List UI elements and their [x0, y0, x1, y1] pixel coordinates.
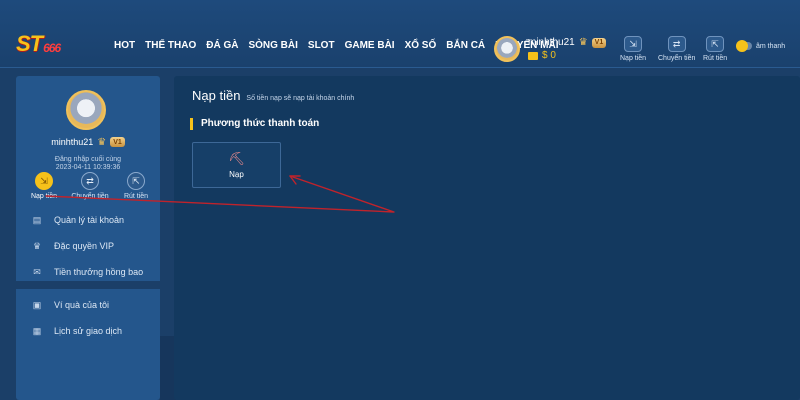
last-login-label: Đăng nhập cuối cùng: [54, 156, 122, 163]
sidebar-item-label: Đặc quyền VIP: [54, 241, 115, 251]
gift-wallet-icon: ▣: [32, 299, 42, 310]
crown-icon: ♛: [97, 136, 107, 148]
nav-item-game-bai[interactable]: GAME BÀI: [345, 40, 395, 51]
sidebar-deposit-label: Nạp tiền: [30, 193, 58, 200]
sound-toggle-label: âm thanh: [756, 42, 786, 50]
nav-item-hot[interactable]: HOT: [114, 40, 135, 51]
username: minhthu21: [51, 137, 94, 147]
balance-value: $ 0: [542, 50, 556, 61]
sidebar-item-account[interactable]: ▤ Quản lý tài khoản: [16, 207, 160, 233]
withdraw-icon: ⇱: [127, 172, 145, 190]
nav-item-slot[interactable]: SLOT: [308, 40, 335, 51]
crown-icon: ♛: [578, 37, 588, 48]
quick-withdraw-button[interactable]: ⇱ Rút tiền: [703, 36, 727, 62]
nav-item-song-bai[interactable]: SÒNG BÀI: [248, 40, 297, 51]
sidebar-item-label: Tiền thưởng hồng bao: [54, 267, 144, 277]
quick-withdraw-label: Rút tiền: [703, 55, 728, 62]
sidebar-actions: ⇲ Nạp tiền ⇄ Chuyển tiền ⇱ Rút tiền: [24, 172, 156, 200]
envelope-icon: ✉: [33, 266, 41, 277]
toggle-knob[interactable]: [736, 40, 748, 52]
page-title: Nạp tiền Số tiền nạp sẽ nạp tài khoản ch…: [192, 88, 354, 103]
quick-deposit-button[interactable]: ⇲ Nạp tiền: [620, 36, 646, 62]
withdraw-icon: ⇱: [706, 36, 725, 52]
last-login-time: 2023-04-11 10:39:36: [55, 164, 121, 171]
crown-icon: ♛: [32, 240, 42, 251]
avatar[interactable]: [494, 36, 520, 62]
payment-method-card[interactable]: ⛏ Nạp: [192, 142, 281, 188]
sidebar-item-gift-wallet[interactable]: ▣ Ví quà của tôi: [16, 292, 160, 318]
nav-item-da-ga[interactable]: ĐÁ GÀ: [206, 40, 238, 51]
toggle-track[interactable]: [736, 40, 752, 52]
vip-badge: V1: [110, 137, 125, 147]
logo-text: ST: [16, 31, 43, 56]
nav-item-ban-ca[interactable]: BẮN CÁ: [446, 40, 485, 51]
header-user[interactable]: minhthu21 ♛ V1 $ 0: [494, 36, 607, 62]
sidebar-menu-secondary: ▣ Ví quà của tôi ▦ Lịch sử giao dịch: [16, 292, 160, 344]
sidebar-deposit-button[interactable]: ⇲ Nạp tiền: [24, 172, 64, 200]
hand-coin-icon: ⛏: [228, 150, 245, 166]
payment-methods-heading: Phương thức thanh toán: [190, 118, 319, 130]
vip-badge: V1: [591, 37, 607, 48]
logo-number: 666: [43, 41, 61, 55]
wallet-icon: [528, 51, 538, 60]
quick-transfer-button[interactable]: ⇄ Chuyển tiền: [658, 36, 695, 62]
sidebar-item-vip[interactable]: ♛ Đặc quyền VIP: [16, 233, 160, 259]
sidebar-item-label: Ví quà của tôi: [54, 300, 110, 310]
account-sidebar: minhthu21 ♛ V1 Đăng nhập cuối cùng 2023-…: [16, 76, 160, 400]
deposit-icon: ⇲: [624, 36, 643, 52]
deposit-panel: Nạp tiền Số tiền nạp sẽ nạp tài khoản ch…: [174, 76, 800, 400]
sidebar-withdraw-label: Rút tiền: [123, 193, 149, 200]
sidebar-item-label: Lịch sử giao dịch: [54, 326, 123, 336]
payment-method-label: Nạp: [229, 169, 244, 179]
nav-item-the-thao[interactable]: THỂ THAO: [145, 40, 196, 51]
main-nav: HOT THỂ THAO ĐÁ GÀ SÒNG BÀI SLOT GAME BÀ…: [114, 40, 559, 51]
top-header: ST 666 HOT THỂ THAO ĐÁ GÀ SÒNG BÀI SLOT G…: [0, 0, 800, 68]
avatar[interactable]: [66, 90, 106, 130]
sidebar-transfer-button[interactable]: ⇄ Chuyển tiền: [70, 172, 110, 200]
sidebar-user-info: minhthu21 ♛ V1 Đăng nhập cuối cùng 2023-…: [16, 132, 160, 171]
username: minhthu21: [528, 37, 575, 48]
sidebar-item-history[interactable]: ▦ Lịch sử giao dịch: [16, 318, 160, 344]
sidebar-item-label: Quản lý tài khoản: [54, 215, 125, 225]
menu-divider: [16, 281, 160, 289]
sidebar-menu-primary: ▤ Quản lý tài khoản ♛ Đặc quyền VIP ✉ Ti…: [16, 207, 160, 285]
sidebar-withdraw-button[interactable]: ⇱ Rút tiền: [116, 172, 156, 200]
transfer-icon: ⇄: [667, 36, 686, 52]
quick-deposit-label: Nạp tiền: [620, 55, 647, 62]
transfer-icon: ⇄: [81, 172, 99, 190]
sound-toggle[interactable]: âm thanh: [736, 40, 786, 52]
page-subtitle: Số tiền nạp sẽ nạp tài khoản chính: [246, 95, 355, 102]
deposit-icon: ⇲: [35, 172, 53, 190]
quick-transfer-label: Chuyển tiền: [658, 55, 696, 62]
site-logo[interactable]: ST 666: [16, 31, 61, 57]
history-icon: ▦: [32, 325, 42, 336]
sidebar-transfer-label: Chuyển tiền: [71, 193, 109, 200]
id-card-icon: ▤: [32, 214, 42, 225]
page-title-text: Nạp tiền: [192, 88, 241, 103]
nav-item-xo-so[interactable]: XỔ SỐ: [405, 40, 437, 51]
